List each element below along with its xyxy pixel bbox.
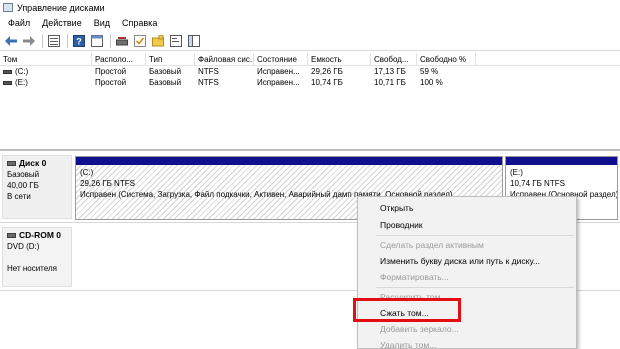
list-view-icon[interactable]	[46, 33, 62, 49]
disk-0-size: 40,00 ГБ	[7, 181, 39, 190]
volume-filesystem: NTFS	[198, 67, 219, 76]
toolbar-separator	[67, 33, 68, 48]
partition-c-name: (C:)	[80, 168, 94, 177]
disk-0-label[interactable]: Диск 0 Базовый 40,00 ГБ В сети	[2, 155, 72, 219]
volume-status: Исправен...	[257, 67, 300, 76]
properties-icon[interactable]	[168, 33, 184, 49]
menu-item-format[interactable]: Форматировать...	[380, 272, 449, 282]
volume-context-menu: Открыть Проводник Сделать раздел активны…	[357, 196, 577, 349]
menu-item-open[interactable]: Открыть	[380, 203, 413, 213]
menu-item-mark-active[interactable]: Сделать раздел активным	[380, 240, 484, 250]
volume-free-percent: 59 %	[420, 67, 439, 76]
volume-free-space: 10,71 ГБ	[374, 78, 406, 87]
column-header-layout[interactable]: Располо...	[92, 53, 146, 65]
table-row[interactable]: (E:) Простой Базовый NTFS Исправен... 10…	[0, 77, 620, 88]
volume-type: Базовый	[149, 78, 182, 87]
help-icon[interactable]: ?	[71, 33, 87, 49]
disk-0-type: Базовый	[7, 170, 40, 179]
volume-free-space: 17,13 ГБ	[374, 67, 406, 76]
highlight-annotation	[353, 298, 461, 322]
drive-icon	[3, 69, 12, 74]
volume-name: (C:)	[15, 67, 29, 76]
toolbar: ?	[0, 31, 620, 51]
toolbar-separator	[42, 33, 43, 48]
svg-text:?: ?	[76, 36, 82, 46]
menu-file[interactable]: Файл	[0, 18, 36, 28]
drive-icon[interactable]	[114, 33, 130, 49]
column-header-free-percent[interactable]: Свободно %	[417, 53, 476, 65]
menu-item-delete-volume[interactable]: Удалить том...	[380, 340, 436, 349]
cdrom-0-label[interactable]: CD-ROM 0 DVD (D:) Нет носителя	[2, 227, 72, 287]
volume-capacity: 29,26 ГБ	[311, 67, 343, 76]
partition-color-bar	[506, 157, 617, 165]
check-icon[interactable]	[132, 33, 148, 49]
menu-separator	[376, 235, 574, 236]
title-bar: Управление дисками	[0, 0, 620, 15]
volume-layout: Простой	[95, 78, 127, 87]
toolbar-separator	[110, 33, 111, 48]
disk-icon	[7, 161, 16, 167]
volume-layout: Простой	[95, 67, 127, 76]
window-icon[interactable]	[89, 33, 105, 49]
window-title: Управление дисками	[17, 2, 105, 13]
volume-list: Том Располо... Тип Файловая сис... Состо…	[0, 53, 620, 151]
menu-separator	[376, 287, 574, 288]
partition-c-size: 29,26 ГБ NTFS	[80, 179, 135, 188]
volume-filesystem: NTFS	[198, 78, 219, 87]
menu-item-change-drive-letter[interactable]: Изменить букву диска или путь к диску...	[380, 256, 540, 266]
disk-0-name: Диск 0	[19, 158, 47, 168]
partition-e-name: (E:)	[510, 168, 523, 177]
cdrom-0-status: Нет носителя	[7, 264, 57, 273]
disk-management-app-icon	[3, 3, 13, 12]
volume-list-header: Том Располо... Тип Файловая сис... Состо…	[0, 53, 620, 66]
column-header-volume[interactable]: Том	[0, 53, 92, 65]
cdrom-0-name: CD-ROM 0	[19, 230, 62, 240]
disk-0-status: В сети	[7, 192, 31, 201]
partition-color-bar	[76, 157, 502, 165]
new-folder-icon[interactable]	[150, 33, 166, 49]
volume-free-percent: 100 %	[420, 78, 443, 87]
volume-type: Базовый	[149, 67, 182, 76]
menu-item-explore[interactable]: Проводник	[380, 220, 423, 230]
menu-item-add-mirror[interactable]: Добавить зеркало...	[380, 324, 459, 334]
column-header-capacity[interactable]: Емкость	[308, 53, 371, 65]
menu-bar: Файл Действие Вид Справка	[0, 15, 620, 30]
drive-icon	[3, 80, 12, 85]
table-row[interactable]: (C:) Простой Базовый NTFS Исправен... 29…	[0, 66, 620, 77]
column-header-type[interactable]: Тип	[146, 53, 195, 65]
back-arrow-icon[interactable]	[3, 33, 19, 49]
volume-capacity: 10,74 ГБ	[311, 78, 343, 87]
column-header-free-space[interactable]: Свобод...	[371, 53, 417, 65]
cdrom-0-type: DVD (D:)	[7, 242, 40, 251]
volume-status: Исправен...	[257, 78, 300, 87]
forward-arrow-icon[interactable]	[21, 33, 37, 49]
panel-icon[interactable]	[186, 33, 202, 49]
volume-name: (E:)	[15, 78, 28, 87]
column-header-filesystem[interactable]: Файловая сис...	[195, 53, 254, 65]
menu-help[interactable]: Справка	[116, 18, 163, 28]
column-header-status[interactable]: Состояние	[254, 53, 308, 65]
cdrom-icon	[7, 233, 16, 239]
menu-view[interactable]: Вид	[88, 18, 116, 28]
partition-e-size: 10,74 ГБ NTFS	[510, 179, 565, 188]
menu-action[interactable]: Действие	[36, 18, 88, 28]
